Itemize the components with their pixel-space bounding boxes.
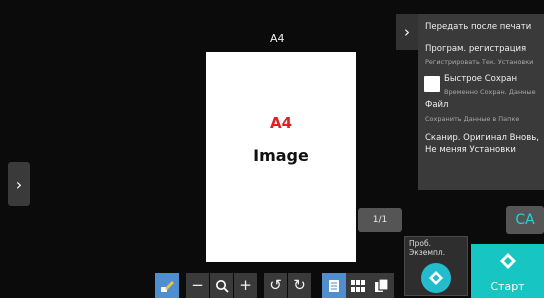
zoom-out-icon: − [191,276,204,294]
single-page-view-icon [329,279,339,292]
quick-save-checkbox[interactable] [424,76,440,92]
menu-item-quick-save[interactable]: Быстрое Сохран [444,74,517,84]
page-counter[interactable]: 1/1 [358,208,402,232]
edit-button[interactable] [155,273,179,298]
menu-panel-toggle-button[interactable]: › [396,14,418,50]
action-menu-panel: Передать после печати Програм. регистрац… [418,14,544,190]
overlay-view-button[interactable] [370,273,394,298]
rotate-right-button[interactable]: ↻ [288,273,311,298]
start-button[interactable]: Старт [471,244,544,298]
preview-copy-button[interactable]: Проб. Экземпл. [404,236,468,296]
preview-copy-label: Проб. Экземпл. [409,239,445,257]
preview-start-circle [421,263,451,293]
multi-page-view-icon [351,279,365,292]
menu-item-rescan-line2: Не меняя Установки [425,145,516,155]
diamond-start-icon [429,271,443,285]
single-page-view-button[interactable] [322,273,346,298]
multi-page-view-button[interactable] [346,273,370,298]
paper-size-label: A4 [270,32,285,45]
preview-copy-label-line2: Экземпл. [409,248,446,257]
zoom-in-search-icon [215,279,229,293]
diamond-start-icon [499,252,517,274]
clear-all-button[interactable]: CA [506,206,544,234]
menu-item-program-registration[interactable]: Програм. регистрация [425,44,526,54]
preview-copy-label-line1: Проб. [409,239,431,248]
rotate-left-icon: ↺ [269,276,282,294]
edit-icon [161,280,174,292]
preview-paper-size-text: A4 [269,114,293,132]
preview-image-text: Image [253,146,309,165]
start-label: Старт [490,280,525,293]
zoom-search-button[interactable] [210,273,233,298]
menu-item-quick-save-subtitle: Временно Сохран. Данные [444,88,536,96]
zoom-out-button[interactable]: − [186,273,209,298]
menu-item-send-after-print[interactable]: Передать после печати [425,22,531,32]
chevron-right-icon: › [404,23,410,41]
zoom-in-plus-icon: + [239,276,252,294]
overlay-view-icon [375,278,389,292]
menu-item-rescan[interactable]: Сканир. Оригинал Вновь, [425,133,539,143]
page-preview: A4 Image [206,52,356,262]
chevron-right-icon: › [15,174,23,194]
menu-item-file-subtitle: Сохранить Данные в Папке [425,115,520,123]
rotate-right-icon: ↻ [293,276,306,294]
menu-item-program-registration-subtitle: Регистрировать Тек. Установки [425,58,534,66]
menu-item-file[interactable]: Файл [425,100,448,110]
zoom-in-button[interactable]: + [234,273,257,298]
rotate-left-button[interactable]: ↺ [264,273,287,298]
left-panel-expand-button[interactable]: › [8,162,30,206]
